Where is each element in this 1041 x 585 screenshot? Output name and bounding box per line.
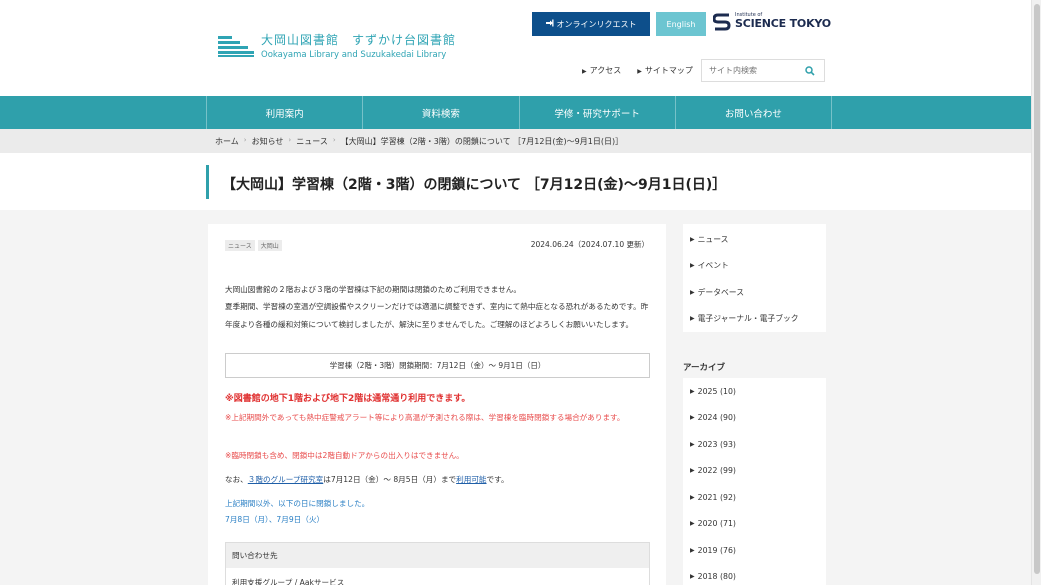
breadcrumb-separator-icon: › [243,136,247,144]
search-icon[interactable] [798,60,822,81]
archive-item-2019[interactable]: ▶ 2019 (76) [683,537,826,564]
tag-news[interactable]: ニュース [225,240,255,251]
science-tokyo-big: SCIENCE TOKYO [735,17,831,31]
breadcrumb-news-top[interactable]: お知らせ [252,136,284,147]
title-accent-bar [206,165,209,199]
chevron-right-icon: ▶ [690,546,695,554]
post-date: 2024.06.24（2024.07.10 更新） [530,240,649,249]
logo-title-en: Ookayama Library and Suzukakedai Library [261,50,447,60]
available-link[interactable]: 利用可能 [456,475,486,484]
closed-days-list: 7月8日（月）、7月9日（火） [225,515,325,524]
english-button[interactable]: English [656,12,706,36]
nav-item-research-support[interactable]: 学修・研究サポート [518,96,675,129]
nav-item-usage-guide[interactable]: 利用案内 [206,96,362,129]
breadcrumb-separator-icon: › [288,136,292,144]
chevron-right-icon: ▶ [690,387,695,395]
chevron-right-icon: ▶ [690,573,695,581]
sidebar-item-news[interactable]: ▶ ニュース [683,226,826,253]
chevron-right-icon: ▶ [690,520,695,528]
breadcrumb-home[interactable]: ホーム [215,136,239,147]
breadcrumb: ホーム › お知らせ › ニュース › 【大岡山】学習棟（2階・3階）の閉鎖につ… [0,129,1031,153]
archive-item-2021[interactable]: ▶ 2021 (92) [683,484,826,511]
notice-heat-alert: ※上記期間外であっても熱中症警戒アラート等により高温が予測される際は、学習棟を臨… [225,413,625,422]
notice-door: ※臨時閉鎖も含め、閉鎖中は2階自動ドアからの出入りはできません。 [225,451,464,460]
chevron-right-icon: ▶ [690,493,695,501]
science-tokyo-logo[interactable]: Institute of SCIENCE TOKYO [713,12,831,32]
online-request-label: オンラインリクエスト [556,19,637,29]
library-logo[interactable]: 大岡山図書館 すずかけ台図書館 Ookayama Library and Suz… [218,31,456,60]
sidebar-item-database[interactable]: ▶ データベース [683,279,826,306]
contact-box: 問い合わせ先 利用支援グループ / Aakサービス [225,542,650,585]
breadcrumb-current: 【大岡山】学習棟（2階・3階）の閉鎖について ［7月12日(金)～9月1日(日)… [340,137,624,146]
page: 大岡山図書館 すずかけ台図書館 Ookayama Library and Suz… [0,0,1031,585]
nav-item-search[interactable]: 資料検索 [362,96,518,129]
access-link[interactable]: ▶ アクセス [582,65,629,76]
group-room-link[interactable]: ３階のグループ研究室 [248,475,323,484]
chevron-right-icon: ▶ [690,262,695,270]
global-nav: 利用案内 資料検索 学修・研究サポート お問い合わせ [0,96,1031,129]
archive-item-2023[interactable]: ▶ 2023 (93) [683,431,826,458]
archive-item-2025[interactable]: ▶ 2025 (10) [683,378,826,405]
tag-ookayama[interactable]: 大岡山 [257,240,282,251]
sitemap-link[interactable]: ▶ サイトマップ [637,65,701,76]
archive-item-2024[interactable]: ▶ 2024 (90) [683,405,826,432]
title-band: 【大岡山】学習棟（2階・3階）の閉鎖について ［7月12日(金)～9月1日(日)… [0,153,1031,210]
group-room-notice: なお、３階のグループ研究室は7月12日（金）～ 8月5日（月）まで利用可能です。 [225,475,509,484]
page-title: 【大岡山】学習棟（2階・3階）の閉鎖について ［7月12日(金)～9月1日(日)… [222,177,727,193]
page-scrollbar[interactable] [1031,0,1041,585]
header-links: ▶ アクセス ▶ サイトマップ [582,65,709,76]
chevron-right-icon: ▶ [582,68,587,75]
category-list: ▶ ニュース ▶ イベント ▶ データベース ▶ 電子ジャーナル・電子ブック [683,224,826,332]
notice-basement: ※図書館の地下1階および地下2階は通常通り利用できます。 [225,394,471,404]
contact-heading: 問い合わせ先 [226,543,649,568]
online-request-button[interactable]: オンラインリクエスト [532,12,650,36]
login-icon [545,19,554,29]
breadcrumb-separator-icon: › [332,136,336,144]
scrollbar-thumb[interactable] [1034,4,1040,574]
archive-item-2020[interactable]: ▶ 2020 (71) [683,511,826,538]
sidebar-item-events[interactable]: ▶ イベント [683,253,826,280]
science-tokyo-mark-icon [713,13,731,31]
chevron-right-icon: ▶ [690,467,695,475]
breadcrumb-news[interactable]: ニュース [296,136,328,147]
article: ニュース 大岡山 2024.06.24（2024.07.10 更新） 大岡山図書… [208,224,666,585]
paragraph-1: 大岡山図書館の２階および３階の学習棟は下記の期間は閉鎖のためご利用できません。 [225,285,521,294]
archive-item-2018[interactable]: ▶ 2018 (80) [683,564,826,585]
logo-title-ja: 大岡山図書館 すずかけ台図書館 [261,33,457,47]
chevron-right-icon: ▶ [690,414,695,422]
library-logo-mark [218,34,254,58]
nav-item-contact[interactable]: お問い合わせ [674,96,832,129]
contact-body: 利用支援グループ / Aakサービス [232,578,345,585]
sidebar-item-ejournals[interactable]: ▶ 電子ジャーナル・電子ブック [683,306,826,333]
closed-days-notice: 上記期間以外、以下の日に閉鎖しました。 [225,499,370,508]
archive-list: ▶ 2025 (10) ▶ 2024 (90) ▶ 2023 (93) ▶ 2022 (… [683,378,826,585]
chevron-right-icon: ▶ [690,440,695,448]
chevron-right-icon: ▶ [690,315,695,323]
site-header: 大岡山図書館 すずかけ台図書館 Ookayama Library and Suz… [0,0,1031,96]
archive-heading: アーカイブ [683,363,725,373]
chevron-right-icon: ▶ [690,235,695,243]
search-input[interactable] [702,60,798,81]
archive-item-2022[interactable]: ▶ 2022 (99) [683,458,826,485]
chevron-right-icon: ▶ [637,68,642,75]
closure-period-box: 学習棟（2階・3階）閉鎖期間：7月12日（金）～ 9月1日（日） [225,353,650,378]
paragraph-2: 夏季期間、学習棟の室温が空調設備やスクリーンだけでは適温に調整できず、室内にて熱… [225,302,649,329]
chevron-right-icon: ▶ [690,288,695,296]
site-search [701,59,825,82]
